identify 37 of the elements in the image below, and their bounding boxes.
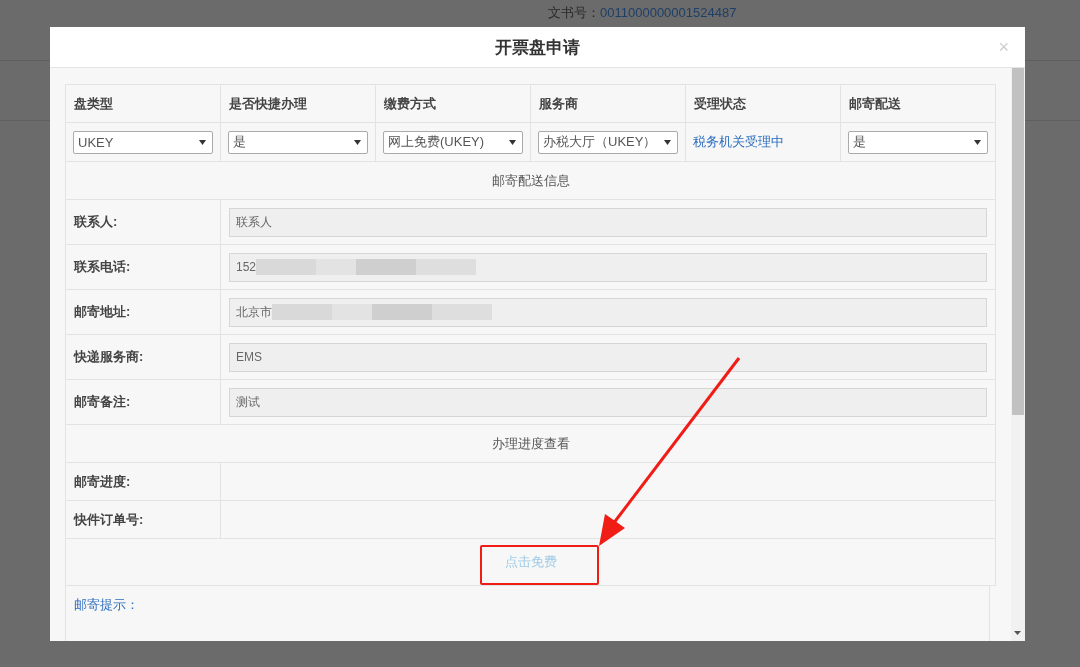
field-label: 邮寄进度: — [66, 463, 221, 500]
caret-icon — [199, 139, 206, 145]
input-field[interactable]: 152 — [229, 252, 987, 282]
input-field[interactable]: EMS — [229, 342, 987, 372]
caret-icon — [664, 139, 671, 145]
field-label: 邮寄备注: — [66, 380, 221, 424]
column-header: 盘类型 — [66, 85, 221, 123]
field-label: 快递服务商: — [66, 335, 221, 379]
column-header: 邮寄配送 — [841, 85, 996, 123]
field-label: 快件订单号: — [66, 501, 221, 538]
dialog-title: 开票盘申请 — [495, 36, 580, 59]
status-text: 税务机关受理中 — [693, 133, 784, 151]
doc-number-label: 文书号： — [548, 3, 600, 22]
select-field[interactable]: 是 — [848, 130, 988, 154]
select-field[interactable]: 网上免费(UKEY) — [383, 130, 523, 154]
caret-icon — [509, 139, 516, 145]
input-field[interactable]: 测试 — [229, 387, 987, 417]
scroll-down-icon[interactable] — [1014, 631, 1021, 635]
column-header: 是否快捷办理 — [221, 85, 376, 123]
tip-label: 邮寄提示： — [74, 597, 139, 612]
field-label: 联系人: — [66, 200, 221, 244]
field-label: 邮寄地址: — [66, 290, 221, 334]
column-header: 缴费方式 — [376, 85, 531, 123]
field-label: 联系电话: — [66, 245, 221, 289]
input-field[interactable]: 北京市 — [229, 297, 987, 327]
caret-icon — [974, 139, 981, 145]
select-field[interactable]: 是 — [228, 130, 368, 154]
section-title: 邮寄配送信息 — [65, 162, 996, 200]
section-title: 办理进度查看 — [65, 425, 996, 463]
select-field[interactable]: 办税大厅（UKEY） — [538, 130, 678, 154]
column-header: 受理状态 — [686, 85, 841, 123]
column-header: 服务商 — [531, 85, 686, 123]
input-field[interactable]: 联系人 — [229, 207, 987, 237]
doc-number: 0011000000001524487 — [600, 5, 737, 20]
caret-icon — [354, 139, 361, 145]
select-field[interactable]: UKEY — [73, 130, 213, 154]
scrollbar[interactable] — [1011, 68, 1025, 641]
